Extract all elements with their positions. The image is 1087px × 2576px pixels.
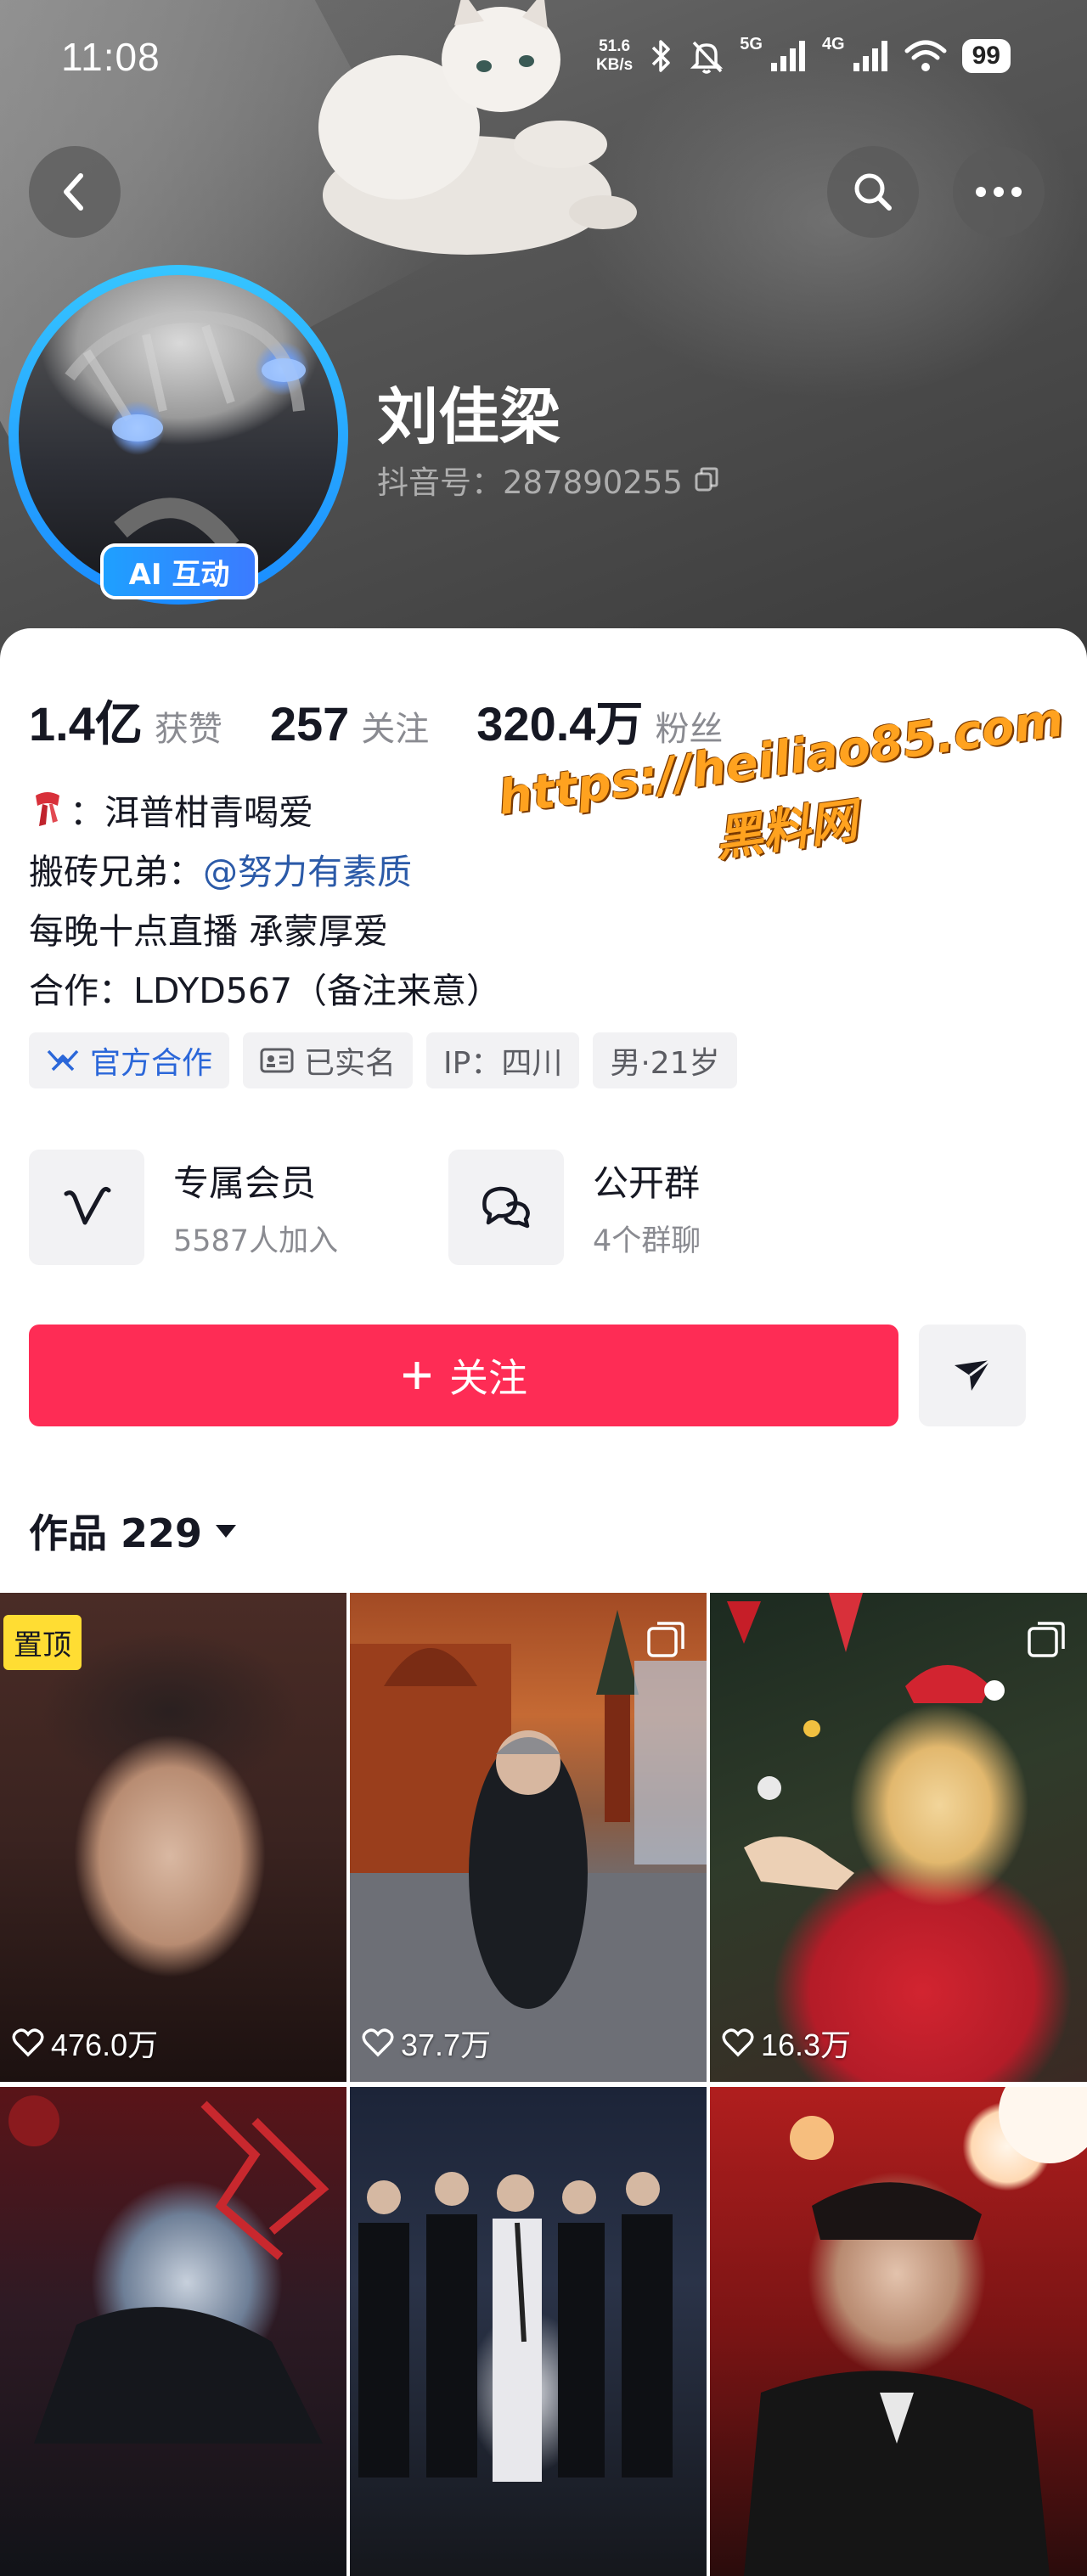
- video-grid: 置顶 476.0万 37.7万 16.3万: [0, 1593, 1087, 2576]
- stat-likes[interactable]: 1.4亿 获赞: [29, 686, 222, 755]
- profile-stats: 1.4亿 获赞 257 关注 320.4万 粉丝: [29, 686, 770, 755]
- status-bar: 11:08 51.6 KB/s 5G 4G 99: [0, 0, 1087, 119]
- send-icon: [955, 1358, 991, 1391]
- works-count-label: 作品 229: [29, 1510, 203, 1556]
- video-tile[interactable]: [0, 2087, 350, 2576]
- search-icon: [854, 173, 892, 211]
- membership-icon-box: [29, 1150, 144, 1265]
- membership-v-icon: [64, 1186, 111, 1225]
- video-likes-count: 37.7万: [401, 2028, 492, 2062]
- exclusive-membership[interactable]: 专属会员 5587人加入: [29, 1150, 448, 1265]
- heart-icon: [12, 2028, 44, 2057]
- network-speed-unit: KB/s: [595, 56, 634, 74]
- multi-image-icon: [647, 1622, 684, 1657]
- video-likes-count: 476.0万: [51, 2028, 159, 2062]
- video-tile[interactable]: [710, 2087, 1087, 2576]
- stat-following-value: 257: [269, 697, 350, 751]
- group-chat-icon: [482, 1186, 530, 1229]
- back-button[interactable]: [29, 146, 121, 238]
- stat-likes-label: 获赞: [154, 710, 222, 749]
- video-tile[interactable]: [350, 2087, 710, 2576]
- video-tile[interactable]: 16.3万: [710, 1593, 1087, 2082]
- follow-button[interactable]: 关注: [29, 1325, 898, 1426]
- video-tile[interactable]: 置顶 476.0万: [0, 1593, 350, 2082]
- bluetooth-icon: [652, 40, 670, 72]
- share-button[interactable]: [919, 1325, 1026, 1426]
- more-options-button[interactable]: [953, 146, 1045, 238]
- video-likes-count: 16.3万: [761, 2028, 852, 2062]
- video-thumbnail-scene: [744, 2087, 1087, 2576]
- profile-bio: ：洱普柑青喝爱 搬砖兄弟： @努力有素质 每晚十点直播 承蒙厚爱 合作：LDYD…: [29, 779, 501, 1017]
- stat-likes-value: 1.4亿: [29, 697, 143, 751]
- video-thumbnail-scene: [727, 1593, 1005, 1890]
- battery-indicator: 99: [961, 39, 1011, 73]
- heart-icon: [362, 2028, 394, 2057]
- bio-line-1: ：洱普柑青喝爱: [29, 779, 501, 839]
- status-icons: 51.6 KB/s 5G 4G 99: [596, 32, 1011, 80]
- stat-following[interactable]: 257 关注: [270, 696, 429, 751]
- video-likes: 16.3万: [722, 2021, 851, 2065]
- video-likes: 37.7万: [362, 2021, 491, 2065]
- video-thumbnail-scene: [8, 2095, 329, 2444]
- id-card-icon: [260, 1048, 294, 1073]
- signal-4g-icon: [853, 41, 887, 71]
- tag-official-label: 官方合作: [90, 1046, 213, 1081]
- profile-services: 专属会员 5587人加入 公开群 4个群聊: [29, 1150, 868, 1265]
- more-dots-icon: [976, 187, 1022, 197]
- multi-image-icon: [1028, 1622, 1065, 1657]
- groups-title: 公开群: [593, 1162, 701, 1204]
- tag-official-cooperation[interactable]: 官方合作: [29, 1032, 230, 1088]
- signal-4g-label: 4G: [821, 34, 845, 53]
- douyin-id[interactable]: 抖音号：287890255: [377, 457, 720, 503]
- video-thumbnail-scene: [358, 2172, 673, 2482]
- tag-gender-age: 男·21岁: [593, 1032, 737, 1088]
- bio-line-2: 搬砖兄弟： @努力有素质: [29, 839, 501, 898]
- pinned-badge: 置顶: [3, 1615, 82, 1670]
- mute-bell-icon: [690, 41, 724, 74]
- chevron-left-icon: [64, 173, 83, 211]
- search-button[interactable]: [827, 146, 919, 238]
- network-speed-value: 51.6: [599, 37, 631, 55]
- stat-following-label: 关注: [361, 710, 430, 749]
- signal-5g-label: 5G: [740, 34, 763, 53]
- douyin-id-text: 抖音号：287890255: [377, 464, 683, 501]
- profile-tags: 官方合作 已实名 IP：四川 男·21岁: [29, 1032, 737, 1088]
- network-speed: 51.6 KB/s: [596, 37, 633, 75]
- profile-cover: 11:08 51.6 KB/s 5G 4G 99 AI 互动 刘佳梁 抖音号：2…: [0, 0, 1087, 662]
- signal-5g-icon: [770, 41, 805, 71]
- status-time: 11:08: [61, 35, 161, 79]
- plus-icon: [403, 1362, 431, 1389]
- bio-mention-link[interactable]: @努力有素质: [203, 843, 412, 894]
- tag-verified-label: 已实名: [304, 1046, 397, 1081]
- membership-subtitle: 5587人加入: [173, 1224, 339, 1258]
- heart-icon: [722, 2028, 754, 2057]
- scarf-emoji-icon: [36, 792, 59, 826]
- profile-nickname: 刘佳梁: [377, 381, 561, 453]
- video-likes: 476.0万: [12, 2021, 158, 2065]
- bio-line-3: 每晚十点直播 承蒙厚爱: [29, 911, 389, 952]
- video-thumbnail-scene: [350, 1610, 707, 2082]
- group-chat-icon-box: [448, 1150, 564, 1265]
- tag-verified[interactable]: 已实名: [243, 1032, 414, 1088]
- tag-ip-location: IP：四川: [426, 1032, 580, 1088]
- wifi-icon: [904, 40, 947, 71]
- groups-subtitle: 4个群聊: [593, 1224, 701, 1258]
- stat-followers-value: 320.4万: [476, 697, 644, 751]
- bio-line-1-text: ：洱普柑青喝爱: [70, 792, 313, 833]
- caret-down-icon: [216, 1525, 237, 1538]
- ai-interaction-badge[interactable]: AI 互动: [100, 543, 258, 599]
- bio-line-4: 合作：LDYD567（备注来意）: [29, 970, 502, 1011]
- membership-title: 专属会员: [173, 1162, 317, 1204]
- follow-button-label: 关注: [449, 1355, 527, 1401]
- copy-icon[interactable]: [693, 466, 720, 493]
- handshake-icon: [47, 1049, 79, 1071]
- works-tab[interactable]: 作品 229: [29, 1503, 238, 1559]
- public-groups[interactable]: 公开群 4个群聊: [448, 1150, 868, 1265]
- video-tile[interactable]: 37.7万: [350, 1593, 710, 2082]
- bio-line-2-prefix: 搬砖兄弟：: [29, 852, 203, 892]
